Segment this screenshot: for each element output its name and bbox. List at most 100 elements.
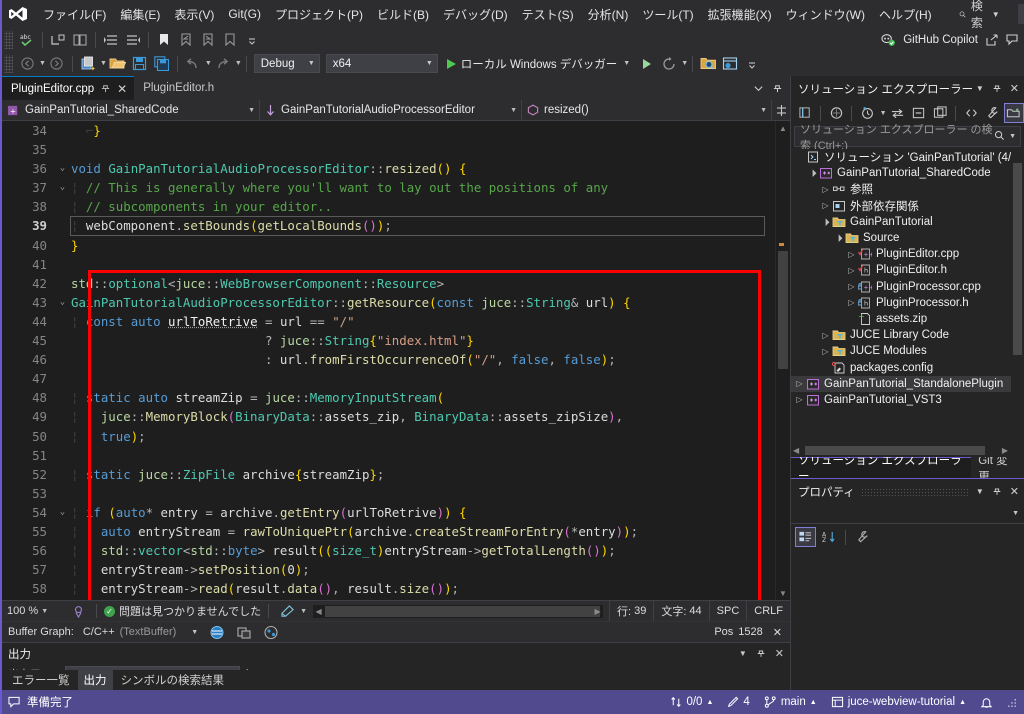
play-outline-icon[interactable] [636,54,658,74]
tree-item[interactable]: ▷ GainPanTutorial_StandalonePlugin [791,376,1024,392]
chevron-down-icon[interactable]: ▼ [623,60,630,67]
split-view-icon[interactable] [772,100,790,120]
bookmark-clear-icon[interactable] [219,30,241,50]
code-line[interactable]: 56 ¦ std::vector<std::byte> result((size_… [20,541,775,560]
property-pages-icon[interactable] [852,527,873,547]
menu-extensions[interactable]: 拡張機能(X) [701,2,779,27]
new-project-icon[interactable]: ✦ [77,54,99,74]
tree-item[interactable]: ▷ 参照 [791,181,1024,197]
resize-grip-icon[interactable] [1007,697,1018,708]
pin-icon[interactable] [992,83,1002,94]
alphabetical-icon[interactable]: A Z [818,527,839,547]
tab-solution-explorer[interactable]: ソリューション エクスプローラー [791,457,971,478]
redo-icon[interactable] [212,54,234,74]
tree-item[interactable]: ソリューション 'GainPanTutorial' (4/4 のプロジ [791,149,1024,165]
editor-horizontal-scrollbar[interactable]: ◀ ▶ [313,605,603,618]
pane-tab-error-list[interactable]: エラー一覧 [6,670,76,690]
code-editor[interactable]: 34 ⌐} 35 36 ⌄ void GainPanTutorialAudioProce… [2,121,790,600]
tree-item[interactable]: ▷ ++ PluginEditor.cpp [791,246,1024,262]
code-line[interactable]: 54 ⌄ ¦ if (auto* entry = archive.getEntry(… [20,503,775,522]
code-line[interactable]: 47 [20,369,775,388]
back-history-dropdown-icon[interactable]: ▼ [39,60,46,67]
code-line[interactable]: 43 ⌄ GainPanTutorialAudioProcessorEditor::… [20,293,775,312]
close-icon[interactable]: ✕ [775,647,784,660]
collapsed-chevron-icon[interactable]: ▷ [820,201,831,210]
redo-dropdown-icon[interactable]: ▼ [235,60,242,67]
code-line[interactable]: 34 ⌐} [20,121,775,140]
decrease-indent-icon[interactable] [122,30,144,50]
scroll-right-arrow[interactable]: ▶ [1002,446,1008,455]
platform-combo[interactable]: x64 ▼ [326,54,438,73]
menu-window[interactable]: ウィンドウ(W) [779,2,872,27]
start-debugging-button[interactable]: ローカル Windows デバッガー ▼ [441,54,636,74]
line-indicator[interactable]: 行: 39 [609,601,653,622]
pin-icon[interactable] [756,648,766,659]
collapsed-chevron-icon[interactable]: ▷ [794,379,805,388]
uncomment-lines-icon[interactable] [69,30,91,50]
scroll-right-arrow[interactable]: ▶ [592,607,603,616]
code-line[interactable]: 59 [20,598,775,600]
tree-item[interactable]: ◢ Source [791,230,1024,246]
hot-reload-dropdown-icon[interactable]: ▼ [681,60,688,67]
code-line[interactable]: 48 ¦ static auto streamZip = juce::Memory… [20,388,775,407]
tab-git-changes[interactable]: Git 変更 [971,457,1024,478]
pin-icon[interactable] [100,83,111,94]
collapsed-chevron-icon[interactable]: ▷ [846,298,857,307]
solution-explorer-search[interactable]: ソリューション エクスプローラー の検索 (Ctrl+;) ▼ [794,126,1021,147]
pending-changes-status[interactable]: 4 [727,696,749,708]
fold-toggle-icon[interactable]: ⌄ [56,503,69,522]
column-indicator[interactable]: 文字: 44 [653,601,708,622]
code-line[interactable]: 49 ¦ juce::MemoryBlock(BinaryData::assets… [20,407,775,426]
collapsed-chevron-icon[interactable]: ▷ [846,266,857,275]
history-dropdown-icon[interactable]: ▼ [880,110,887,117]
tree-item[interactable]: ▷ JUCE Library Code [791,327,1024,343]
feedback-icon[interactable] [8,696,21,708]
bookmark-previous-icon[interactable] [175,30,197,50]
tree-vertical-scrollbar[interactable] [1011,149,1024,444]
hot-reload-icon[interactable] [658,54,680,74]
code-line[interactable]: 37 ⌄ ¦ // This is generally where you'll w… [20,178,775,197]
switch-views-icon[interactable] [1004,103,1024,123]
collapsed-chevron-icon[interactable]: ▷ [846,282,857,291]
copilot-label[interactable]: GitHub Copilot [903,34,978,46]
undo-dropdown-icon[interactable]: ▼ [205,60,212,67]
branch-status[interactable]: main ▲ [764,696,817,708]
menu-help[interactable]: ヘルプ(H) [872,2,939,27]
scroll-down-arrow[interactable]: ▼ [776,586,790,600]
toolbar-overflow-icon[interactable] [741,54,763,74]
chevron-down-icon[interactable]: ▼ [1009,133,1016,140]
bookmark-next-icon[interactable] [197,30,219,50]
menu-git[interactable]: Git(G) [221,3,268,25]
indicator-margin[interactable] [2,121,20,600]
fold-toggle-icon[interactable]: ⌄ [56,178,69,197]
scroll-up-arrow[interactable]: ▲ [776,121,790,135]
code-cleanup-icon[interactable] [276,601,298,621]
tree-item[interactable]: ▷ h PluginProcessor.h [791,295,1024,311]
tab-list-dropdown-icon[interactable] [753,83,764,94]
window-layout-icon[interactable] [719,54,741,74]
tree-hscroll-thumb[interactable] [805,446,985,455]
chevron-down-icon[interactable]: ▼ [739,649,747,658]
nav-type-combo[interactable]: GainPanTutorialAudioProcessorEditor ▼ [260,100,522,120]
open-file-icon[interactable] [107,54,129,74]
indentation-indicator[interactable]: SPC [709,601,747,622]
navigate-forward-icon[interactable] [46,54,68,74]
code-line[interactable]: 58 ¦ entryStream->read(result.data(), res… [20,579,775,598]
editor-tab-plugineditor-h[interactable]: PluginEditor.h [134,76,221,100]
tree-item[interactable]: ◢ GainPanTutorial_SharedCode [791,165,1024,181]
code-line[interactable]: 38 ¦ // subcomponents in your editor.. [20,197,775,216]
sync-status[interactable]: 0/0 ▲ [670,696,713,708]
menu-analyze[interactable]: 分析(N) [581,2,636,27]
buffer-graph-icon[interactable] [260,622,282,642]
notifications-icon[interactable] [980,696,993,709]
buffer-copy-icon[interactable] [233,622,255,642]
menu-project[interactable]: プロジェクト(P) [268,2,370,27]
menu-debug[interactable]: デバッグ(D) [436,2,515,27]
menu-view[interactable]: 表示(V) [167,2,221,27]
tree-item[interactable]: ▷ ++ PluginProcessor.cpp [791,279,1024,295]
line-ending-indicator[interactable]: CRLF [746,601,790,622]
search-icon[interactable] [994,130,1005,144]
code-line[interactable]: 45 ? juce::String{"index.html"} [20,331,775,350]
zoom-level-combo[interactable]: 100 % ▼ [7,605,67,617]
code-line[interactable]: 42 std::optional<juce::WebBrowserComponen… [20,274,775,293]
